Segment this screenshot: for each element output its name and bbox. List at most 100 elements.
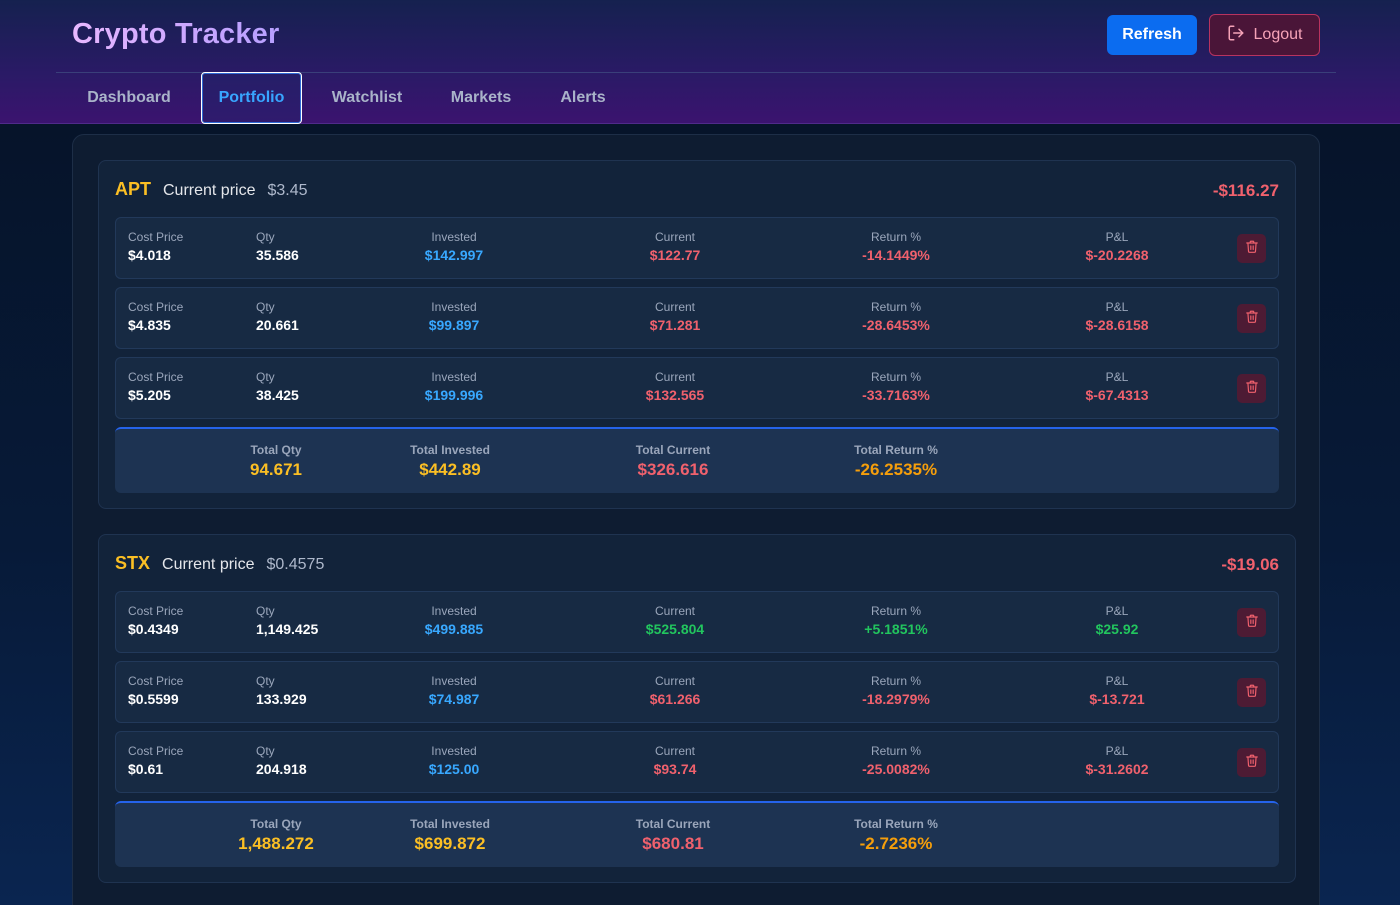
cell-label: Invested (431, 744, 477, 758)
delete-lot-button[interactable] (1237, 678, 1266, 707)
total-qty: Total Qty 94.671 (250, 443, 302, 482)
tab-watchlist[interactable]: Watchlist (318, 72, 416, 124)
trash-icon (1245, 753, 1259, 773)
total-label: Total Qty (250, 443, 302, 457)
total-invested: Total Invested $442.89 (410, 443, 490, 482)
cell-value: $61.266 (649, 691, 701, 707)
cell-value: $0.61 (128, 761, 164, 777)
total-value: $699.872 (414, 834, 486, 853)
app-title: Crypto Tracker (72, 18, 280, 50)
delete-lot-button[interactable] (1237, 608, 1266, 637)
cell-pnl: P&L $-28.6158 (1085, 300, 1148, 335)
trash-icon (1245, 379, 1259, 399)
cell-value: $5.205 (128, 387, 171, 403)
delete-lot-button[interactable] (1237, 748, 1266, 777)
cell-label: Qty (256, 370, 275, 384)
cell-return-pct: Return % -18.2979% (862, 674, 930, 709)
asset-totals: Total Qty 1,488.272 Total Invested $699.… (115, 801, 1279, 867)
cell-invested: Invested $99.897 (429, 300, 480, 335)
refresh-button[interactable]: Refresh (1107, 15, 1197, 55)
total-label: Total Invested (410, 443, 490, 457)
delete-lot-button[interactable] (1237, 234, 1266, 263)
cell-label: Current (654, 604, 695, 618)
cell-return-pct: Return % -28.6453% (862, 300, 930, 335)
cell-value: $99.897 (428, 317, 480, 333)
asset-symbol: STX (115, 553, 151, 573)
cell-pnl: P&L $-20.2268 (1085, 230, 1148, 265)
delete-lot-button[interactable] (1237, 304, 1266, 333)
cell-value: $-20.2268 (1085, 247, 1149, 263)
delete-lot-button[interactable] (1237, 374, 1266, 403)
current-price-value: $3.45 (267, 182, 308, 199)
total-label: Total Return % (854, 443, 938, 457)
trash-icon (1245, 683, 1259, 703)
cell-qty: Qty 133.929 (256, 674, 307, 709)
cell-value: $499.885 (424, 621, 484, 637)
trash-icon (1245, 239, 1259, 259)
cell-invested: Invested $125.00 (429, 744, 480, 779)
lot-row: Cost Price $5.205 Qty 38.425 Invested $1… (115, 357, 1279, 419)
cell-label: Qty (256, 674, 275, 688)
total-label: Total Qty (250, 817, 302, 831)
portfolio-panel: APT Current price $3.45 -$116.27 Cost Pr… (72, 134, 1320, 905)
cell-value: -28.6453% (862, 317, 930, 333)
total-invested: Total Invested $699.872 (410, 817, 490, 856)
cell-value: $199.996 (424, 387, 484, 403)
asset-totals: Total Qty 94.671 Total Invested $442.89 … (115, 427, 1279, 493)
cell-label: Invested (431, 674, 477, 688)
cell-cost-price: Cost Price $4.835 (128, 300, 183, 335)
total-value: -2.7236% (859, 834, 933, 853)
cell-cost-price: Cost Price $0.4349 (128, 604, 183, 639)
cell-qty: Qty 38.425 (256, 370, 299, 405)
total-value: $442.89 (419, 460, 481, 479)
asset-card-apt: APT Current price $3.45 -$116.27 Cost Pr… (98, 160, 1296, 509)
total-value: $326.616 (637, 460, 709, 479)
cell-pnl: P&L $-31.2602 (1085, 744, 1148, 779)
trash-icon (1245, 309, 1259, 329)
cell-label: P&L (1105, 300, 1129, 314)
asset-pnl: -$116.27 (1212, 181, 1279, 200)
cell-label: P&L (1105, 604, 1129, 618)
total-label: Total Current (635, 443, 711, 457)
asset-header: STX Current price $0.4575 (115, 553, 324, 579)
cell-value: $132.565 (645, 387, 705, 403)
tab-dashboard[interactable]: Dashboard (72, 72, 186, 124)
cell-value: $-28.6158 (1085, 317, 1149, 333)
cell-invested: Invested $499.885 (425, 604, 483, 639)
cell-value: -14.1449% (862, 247, 930, 263)
cell-value: -18.2979% (862, 691, 930, 707)
cell-value: 38.425 (256, 387, 299, 403)
cell-value: $122.77 (649, 247, 701, 263)
cell-value: $25.92 (1095, 621, 1139, 637)
cell-qty: Qty 20.661 (256, 300, 299, 335)
cell-value: 35.586 (256, 247, 299, 263)
cell-value: $525.804 (645, 621, 705, 637)
total-label: Total Return % (854, 817, 938, 831)
tab-portfolio[interactable]: Portfolio (201, 72, 302, 124)
total-qty: Total Qty 1,488.272 (238, 817, 314, 856)
logout-button[interactable]: Logout (1209, 14, 1320, 56)
lot-row: Cost Price $0.4349 Qty 1,149.425 Investe… (115, 591, 1279, 653)
cell-pnl: P&L $-67.4313 (1085, 370, 1148, 405)
cell-pnl: P&L $25.92 (1096, 604, 1139, 639)
cell-current: Current $61.266 (650, 674, 701, 709)
cell-cost-price: Cost Price $4.018 (128, 230, 183, 265)
asset-header: APT Current price $3.45 (115, 179, 308, 205)
tab-alerts[interactable]: Alerts (546, 72, 620, 124)
cell-return-pct: Return % -25.0082% (862, 744, 930, 779)
asset-pnl: -$19.06 (1221, 555, 1279, 574)
cell-current: Current $525.804 (646, 604, 704, 639)
total-return-pct: Total Return % -2.7236% (854, 817, 938, 856)
cell-cost-price: Cost Price $5.205 (128, 370, 183, 405)
trash-icon (1245, 613, 1259, 633)
total-current: Total Current $326.616 (636, 443, 710, 482)
cell-value: -33.7163% (862, 387, 930, 403)
tab-markets[interactable]: Markets (436, 72, 526, 124)
cell-value: $4.018 (128, 247, 171, 263)
app-header: Crypto Tracker Refresh Logout Dashboard … (0, 0, 1400, 124)
cell-label: Qty (256, 604, 275, 618)
cell-value: $125.00 (428, 761, 480, 777)
cell-label: Invested (431, 230, 477, 244)
cell-current: Current $132.565 (646, 370, 704, 405)
cell-label: Invested (431, 370, 477, 384)
